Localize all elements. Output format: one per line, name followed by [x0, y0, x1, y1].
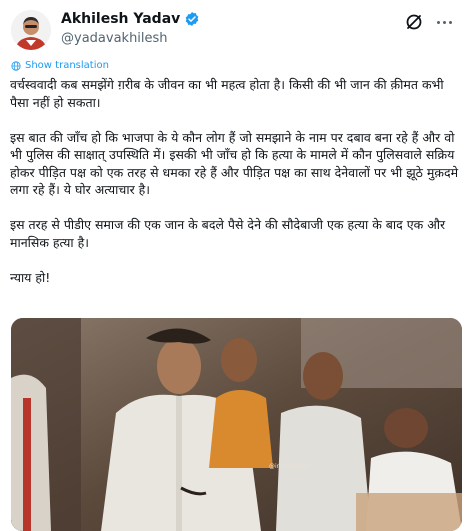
show-translation-label[interactable]: Show translation: [25, 60, 109, 71]
post-paragraph-3: इस तरह से पीडीए समाज की एक जान के बदले प…: [10, 217, 446, 250]
author-handle[interactable]: @yadavakhilesh: [61, 31, 168, 46]
more-dot: [442, 20, 446, 24]
post-text: वर्चस्ववादी कब समझेंगे ग़रीब के जीवन का …: [10, 76, 466, 304]
video-watermark: @indiamoods: [269, 463, 310, 470]
more-options-icon[interactable]: [432, 12, 456, 32]
author-row: Akhilesh Yadav: [61, 11, 200, 27]
post-video[interactable]: @indiamoods: [11, 318, 462, 531]
show-translation-link[interactable]: Show translation: [11, 60, 109, 71]
video-frame: @indiamoods: [11, 318, 462, 531]
avatar[interactable]: [11, 10, 51, 50]
post: Akhilesh Yadav @yadavakhilesh Show trans…: [0, 0, 471, 531]
post-paragraph-1: वर्चस्ववादी कब समझेंगे ग़रीब के जीवन का …: [10, 77, 444, 110]
more-dot: [448, 20, 452, 24]
author-name[interactable]: Akhilesh Yadav: [61, 11, 180, 27]
grok-icon[interactable]: [404, 12, 424, 32]
post-paragraph-4: न्याय हो!: [10, 269, 51, 285]
globe-icon: [11, 60, 21, 71]
more-dot: [436, 20, 440, 24]
verified-badge-icon: [186, 12, 199, 26]
post-paragraph-2: इस बात की जाँच हो कि भाजपा के ये कौन लोग…: [10, 129, 459, 198]
